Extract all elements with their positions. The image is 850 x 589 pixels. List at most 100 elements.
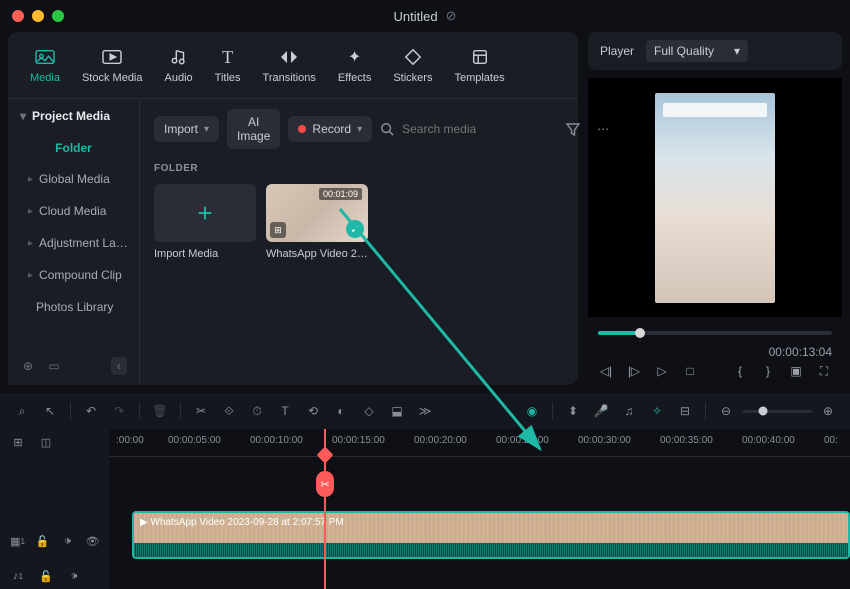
media-panel: Media Stock Media Audio T Titles Transit…: [8, 32, 578, 385]
video-clip[interactable]: ▶ WhatsApp Video 2023-09-28 at 2:07:57 P…: [132, 511, 850, 559]
music-button[interactable]: ♫: [621, 403, 637, 419]
player-progress[interactable]: [598, 331, 832, 335]
timeline-ruler[interactable]: :00:00 00:00:05:00 00:00:10:00 00:00:15:…: [110, 429, 850, 457]
color-button[interactable]: ◐: [333, 403, 349, 419]
import-button[interactable]: Import▾: [154, 116, 219, 142]
mixer-button[interactable]: ⬍: [565, 403, 581, 419]
video-clip-card[interactable]: 00:01:09 ⊞ ✓ WhatsApp Video 202…: [266, 184, 368, 260]
lock-icon[interactable]: 🔓: [35, 533, 50, 549]
sidebar-item-photos-library[interactable]: Photos Library: [8, 291, 139, 323]
magnet-button[interactable]: ✧: [649, 403, 665, 419]
close-window[interactable]: [12, 10, 24, 22]
collapse-sidebar-icon[interactable]: ‹: [111, 357, 127, 375]
mute-icon[interactable]: 🕩: [60, 533, 75, 549]
section-label: FOLDER: [140, 159, 578, 184]
undo-button[interactable]: ↶: [83, 403, 99, 419]
select-tool[interactable]: ↖: [42, 403, 58, 419]
ai-image-button[interactable]: AI Image: [227, 109, 280, 149]
crop-button[interactable]: ⟐: [221, 403, 237, 419]
visible-icon[interactable]: 👁: [85, 533, 100, 549]
stickers-icon: [402, 46, 424, 68]
snapshot-icon[interactable]: ▣: [788, 363, 804, 379]
cursor-tool[interactable]: ⌕: [14, 403, 30, 419]
sidebar-item-adjustment-layer[interactable]: ▸Adjustment La…: [8, 227, 139, 259]
record-button[interactable]: Record▾: [288, 116, 372, 142]
zoom-out-button[interactable]: ⊖: [718, 403, 734, 419]
playhead[interactable]: ✂: [324, 429, 326, 589]
voiceover-button[interactable]: 🎤: [593, 403, 609, 419]
video-preview[interactable]: [588, 78, 842, 317]
quality-selector[interactable]: Full Quality▾: [646, 40, 748, 62]
search-icon: [380, 122, 394, 136]
keyframe-button[interactable]: ◇: [361, 403, 377, 419]
brace-right-icon[interactable]: }: [760, 363, 776, 379]
play-button[interactable]: ▷: [654, 363, 670, 379]
audio-track-icon[interactable]: ♪1: [10, 568, 26, 584]
delete-button[interactable]: 🗑: [152, 403, 168, 419]
tab-stickers[interactable]: Stickers: [385, 42, 440, 88]
ai-button[interactable]: ◉: [524, 403, 540, 419]
more-icon[interactable]: ⋯: [595, 121, 611, 137]
timeline-layers-icon[interactable]: ⊞: [10, 434, 26, 450]
timeline-clip-icon[interactable]: ◫: [38, 434, 54, 450]
tab-effects[interactable]: ✦ Effects: [330, 42, 379, 88]
sidebar-head-project-media[interactable]: ▾Project Media: [8, 99, 139, 133]
text-button[interactable]: T: [277, 403, 293, 419]
media-sidebar: ▾Project Media Folder ▸Global Media ▸Clo…: [8, 99, 140, 385]
tab-audio[interactable]: Audio: [157, 42, 201, 88]
redo-button[interactable]: ↷: [111, 403, 127, 419]
stop-button[interactable]: □: [682, 363, 698, 379]
video-track-controls: ▦1 🔓 🕩 👁: [0, 519, 110, 563]
tab-stock-media[interactable]: Stock Media: [74, 42, 151, 88]
minimize-window[interactable]: [32, 10, 44, 22]
chevron-down-icon: ▾: [204, 124, 209, 135]
player-label: Player: [600, 44, 634, 58]
tab-transitions[interactable]: Transitions: [255, 42, 324, 88]
play-pause-button[interactable]: |▷: [626, 363, 642, 379]
titlebar: Untitled ⊘: [0, 0, 850, 32]
import-media-card[interactable]: + Import Media: [154, 184, 256, 260]
clip-duration: 00:01:09: [319, 188, 362, 200]
saved-icon: ⊘: [446, 8, 457, 24]
new-folder-icon[interactable]: ⊕: [20, 358, 36, 374]
tab-media[interactable]: Media: [22, 42, 68, 88]
mute-icon[interactable]: 🕩: [66, 568, 82, 584]
player-header: Player Full Quality▾: [588, 32, 842, 70]
sidebar-item-compound-clip[interactable]: ▸Compound Clip: [8, 259, 139, 291]
record-icon: [298, 125, 306, 133]
timeline-toolbar: ⌕ ↖ ↶ ↷ 🗑 ✂ ⟐ ⏱ T ⟲ ◐ ◇ ⬓ ≫ ◉ ⬍ 🎤 ♫ ✧: [0, 393, 850, 429]
rotate-button[interactable]: ⟲: [305, 403, 321, 419]
chevron-down-icon: ▾: [734, 44, 740, 58]
search-input[interactable]: [402, 122, 557, 136]
prev-frame-button[interactable]: ◁|: [598, 363, 614, 379]
window-title: Untitled: [394, 9, 438, 24]
search-field[interactable]: [380, 122, 557, 136]
brace-left-icon[interactable]: {: [732, 363, 748, 379]
tab-titles[interactable]: T Titles: [207, 42, 249, 88]
player-time: 00:00:13:04: [769, 345, 832, 359]
speed-button[interactable]: ⏱: [249, 403, 265, 419]
fullscreen-icon[interactable]: ⛶: [816, 363, 832, 379]
plus-icon: +: [197, 198, 212, 229]
marker-button[interactable]: ⬓: [389, 403, 405, 419]
timeline: ⊞ ◫ ▦1 🔓 🕩 👁 ♪1 🔓 🕩 :00:00 00:00:05:00 0…: [0, 429, 850, 589]
cut-icon[interactable]: ✂: [316, 471, 334, 497]
main-tabs: Media Stock Media Audio T Titles Transit…: [8, 32, 578, 99]
check-icon: ✓: [346, 220, 364, 238]
more-tools-button[interactable]: ≫: [417, 403, 433, 419]
link-button[interactable]: ⊟: [677, 403, 693, 419]
sidebar-folder[interactable]: Folder: [8, 133, 139, 163]
templates-icon: [469, 46, 491, 68]
video-track-icon[interactable]: ▦1: [10, 533, 25, 549]
sidebar-item-global-media[interactable]: ▸Global Media: [8, 163, 139, 195]
maximize-window[interactable]: [52, 10, 64, 22]
sidebar-item-cloud-media[interactable]: ▸Cloud Media: [8, 195, 139, 227]
zoom-in-button[interactable]: ⊕: [820, 403, 836, 419]
lock-icon[interactable]: 🔓: [38, 568, 54, 584]
split-button[interactable]: ✂: [193, 403, 209, 419]
zoom-slider[interactable]: [742, 410, 812, 413]
tab-templates[interactable]: Templates: [446, 42, 512, 88]
media-icon: [34, 46, 56, 68]
filter-icon[interactable]: [565, 121, 581, 137]
folder-icon[interactable]: ▭: [46, 358, 62, 374]
